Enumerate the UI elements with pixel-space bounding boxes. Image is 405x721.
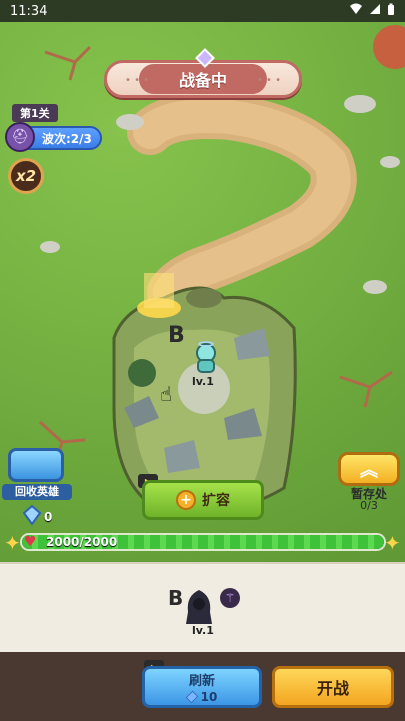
pointer-hand-icon: ☝ — [160, 382, 173, 406]
wifi-icon — [349, 3, 363, 19]
status-time: 11:34 — [10, 3, 48, 19]
level-label: 第1关 — [12, 104, 58, 122]
gem-icon — [185, 690, 198, 704]
speed-toggle-button[interactable]: x2 — [8, 158, 44, 194]
hp-bar: ✦ ♥ 2000/2000 ✦ — [4, 529, 401, 555]
gem-icon — [22, 504, 42, 526]
bench-hero-level: lv.1 — [192, 624, 214, 637]
recycle-hero-button[interactable]: 回收英雄 — [0, 448, 72, 502]
expand-button[interactable]: + 扩容 — [142, 480, 264, 520]
storage-button[interactable]: ︽ 暂存处 0/3 — [334, 452, 404, 512]
recycle-bin-icon — [8, 448, 64, 482]
heart-icon: ♥ — [24, 534, 37, 550]
helmet-icon: ⛑ — [5, 122, 35, 152]
hp-text: 2000/2000 — [46, 535, 118, 549]
banner-dots-right: • • • — [256, 75, 281, 86]
speed-label: x2 — [15, 167, 37, 185]
hero-sprite — [196, 341, 216, 373]
star-icon-right: ✦ — [384, 531, 401, 555]
bench-hero[interactable]: B ⚚ lv.1 — [168, 586, 240, 638]
expand-label: 扩容 — [202, 493, 230, 509]
storage-count: 0/3 — [360, 499, 378, 512]
chevron-up-icon: ︽ — [338, 452, 400, 486]
bench-hero-rank: B — [168, 586, 184, 610]
refresh-cost: 10 — [185, 690, 218, 704]
status-icons — [349, 3, 395, 20]
hero-level: lv.1 — [192, 375, 214, 388]
signal-icon — [369, 3, 381, 19]
gem-count: 0 — [44, 510, 53, 524]
hero-sprite — [186, 590, 212, 624]
recycle-label: 回收英雄 — [2, 484, 72, 500]
plus-icon: + — [176, 490, 196, 510]
wave-text: 波次:2/3 — [42, 131, 92, 146]
status-bar: 11:34 — [0, 0, 405, 22]
refresh-label: 刷新 — [188, 674, 215, 689]
page-title: 战备中 — [139, 64, 267, 94]
hero-rank: B — [168, 323, 185, 348]
start-battle-button[interactable]: 开战 — [272, 666, 394, 708]
magic-wand-icon: ⚚ — [220, 588, 240, 608]
board-hero[interactable]: B lv.1 — [168, 323, 228, 393]
banner-dots-left: • • • — [125, 75, 150, 86]
start-label: 开战 — [316, 679, 349, 698]
refresh-cost-value: 10 — [200, 690, 218, 704]
header-banner: • • • 战备中 • • • — [104, 48, 302, 98]
battery-icon — [387, 3, 395, 20]
star-icon-left: ✦ — [4, 531, 21, 555]
refresh-button[interactable]: 刷新 10 — [142, 666, 262, 708]
